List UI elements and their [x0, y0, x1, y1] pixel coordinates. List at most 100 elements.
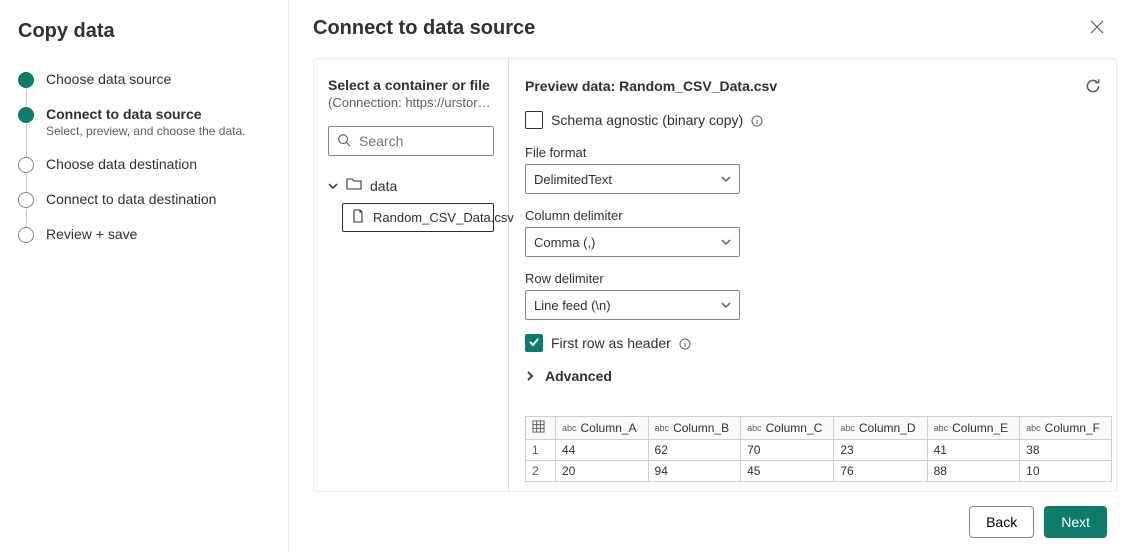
cell: 70	[741, 440, 834, 461]
step-connector	[26, 124, 27, 157]
chevron-down-icon	[328, 178, 338, 194]
column-name: Column_A	[581, 421, 637, 435]
table-row: 2 20 94 45 76 88 10	[526, 461, 1112, 482]
column-header[interactable]: abcColumn_B	[648, 417, 741, 440]
schema-agnostic-row[interactable]: Schema agnostic (binary copy)	[525, 111, 1112, 129]
row-delimiter-field: Row delimiter Line feed (\n)	[525, 271, 1112, 320]
row-delimiter-label: Row delimiter	[525, 271, 1112, 286]
row-index-header	[526, 417, 556, 440]
column-name: Column_E	[952, 421, 1008, 435]
step-connector	[26, 174, 27, 192]
column-delimiter-select[interactable]: Comma (,)	[525, 227, 740, 257]
step-choose-data-source[interactable]: Choose data source	[18, 71, 270, 106]
file-icon	[351, 209, 365, 226]
file-browser-pane: Select a container or file (Connection: …	[314, 59, 509, 491]
step-list: Choose data source Connect to data sourc…	[18, 71, 270, 243]
column-header[interactable]: abc Column_C	[741, 417, 834, 440]
step-indicator-icon	[18, 227, 34, 243]
step-indicator-icon	[18, 107, 34, 123]
advanced-toggle[interactable]: Advanced	[525, 368, 1112, 384]
first-row-header-checkbox[interactable]	[525, 334, 543, 352]
close-icon	[1090, 20, 1104, 37]
file-format-label: File format	[525, 145, 1112, 160]
step-label: Review + save	[46, 226, 137, 242]
first-row-header-label: First row as header	[551, 335, 671, 351]
content-panel: Select a container or file (Connection: …	[313, 58, 1117, 492]
type-badge: abc	[747, 423, 762, 433]
column-header[interactable]: abcColumn_E	[927, 417, 1020, 440]
footer: Back Next	[313, 506, 1117, 538]
step-review-save[interactable]: Review + save	[18, 226, 270, 243]
info-icon[interactable]	[679, 337, 691, 349]
back-button[interactable]: Back	[969, 506, 1034, 538]
advanced-label: Advanced	[545, 368, 612, 384]
main: Connect to data source Select a containe…	[288, 0, 1131, 552]
file-label: Random_CSV_Data.csv	[373, 210, 514, 225]
info-icon[interactable]	[751, 114, 763, 126]
chevron-down-icon	[721, 235, 731, 250]
cell: 10	[1020, 461, 1112, 482]
connection-string: (Connection: https://urstora...	[328, 95, 494, 110]
column-header[interactable]: abc Column_F	[1020, 417, 1112, 440]
step-connect-to-data-destination[interactable]: Connect to data destination	[18, 191, 270, 226]
step-choose-data-destination[interactable]: Choose data destination	[18, 156, 270, 191]
page-title: Connect to data source	[313, 17, 535, 40]
refresh-button[interactable]	[1084, 77, 1102, 95]
search-icon	[337, 133, 359, 150]
file-format-value: DelimitedText	[534, 172, 612, 187]
file-format-select[interactable]: DelimitedText	[525, 164, 740, 194]
tree-file-selected[interactable]: Random_CSV_Data.csv	[342, 203, 494, 232]
step-label: Choose data source	[46, 71, 171, 87]
step-connect-to-data-source[interactable]: Connect to data source Select, preview, …	[18, 106, 270, 156]
cell: 38	[1020, 440, 1112, 461]
sidebar-title: Copy data	[18, 20, 270, 43]
column-delimiter-field: Column delimiter Comma (,)	[525, 208, 1112, 257]
column-delimiter-value: Comma (,)	[534, 235, 595, 250]
sidebar: Copy data Choose data source Connect to …	[0, 0, 288, 552]
cell: 76	[834, 461, 927, 482]
main-header: Connect to data source	[313, 16, 1117, 40]
cell: 20	[556, 461, 649, 482]
cell: 94	[648, 461, 741, 482]
column-name: Column_C	[766, 421, 823, 435]
tree-folder[interactable]: data	[328, 172, 494, 199]
preview-table: abcColumn_A abcColumn_B abcColumn_C abcC…	[525, 416, 1112, 482]
step-label: Connect to data destination	[46, 191, 216, 207]
step-indicator-icon	[18, 72, 34, 88]
column-name: Column_F	[1045, 421, 1100, 435]
row-delimiter-select[interactable]: Line feed (\n)	[525, 290, 740, 320]
column-name: Column_B	[673, 421, 729, 435]
table-row: 1 44 62 70 23 41 38	[526, 440, 1112, 461]
cell: 88	[927, 461, 1020, 482]
close-button[interactable]	[1085, 16, 1109, 40]
cell: 62	[648, 440, 741, 461]
search-box[interactable]	[328, 126, 494, 156]
column-delimiter-label: Column delimiter	[525, 208, 1112, 223]
type-badge: abc	[655, 423, 670, 433]
type-badge: abc	[562, 423, 577, 433]
next-button[interactable]: Next	[1044, 506, 1107, 538]
search-input[interactable]	[359, 133, 485, 149]
chevron-down-icon	[721, 172, 731, 187]
step-label: Connect to data source	[46, 106, 245, 122]
table-icon	[532, 422, 545, 436]
table-header-row: abcColumn_A abcColumn_B abcColumn_C abcC…	[526, 417, 1112, 440]
step-connector	[26, 209, 27, 227]
column-header[interactable]: abc Column_A	[556, 417, 649, 440]
chevron-down-icon	[721, 298, 731, 313]
first-row-header-row[interactable]: First row as header	[525, 334, 1112, 352]
column-name: Column_D	[859, 421, 916, 435]
check-icon	[528, 335, 540, 351]
schema-agnostic-checkbox[interactable]	[525, 111, 543, 129]
folder-icon	[346, 176, 362, 195]
preview-title: Preview data: Random_CSV_Data.csv	[525, 78, 777, 94]
step-sublabel: Select, preview, and choose the data.	[46, 124, 245, 138]
column-header[interactable]: abc Column_D	[834, 417, 927, 440]
chevron-right-icon	[525, 368, 535, 384]
preview-pane: Preview data: Random_CSV_Data.csv Schema…	[509, 59, 1116, 491]
type-badge: abc	[840, 423, 855, 433]
type-badge: abc	[1026, 423, 1041, 433]
step-label: Choose data destination	[46, 156, 197, 172]
type-badge: abc	[934, 423, 949, 433]
row-index: 2	[526, 461, 556, 482]
